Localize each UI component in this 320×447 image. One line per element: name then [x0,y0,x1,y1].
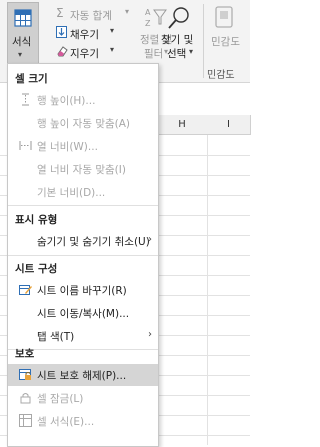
menu-item-label: 셀 서식(E)... [37,416,95,428]
menu-item-autofit-row-height[interactable]: 행 높이 자동 맞춤(A) [8,112,158,134]
format-dropdown-menu: 셀 크기 행 높이(H)... 행 높이 자동 맞춤(A) 열 너비(W)...… [7,63,159,447]
protection-heading: 보호 [15,348,35,360]
visibility-heading: 표시 유형 [15,214,58,226]
format-cells-icon [19,414,32,427]
cell-size-heading: 셀 크기 [15,73,48,85]
find-select-button[interactable]: 찾기 및 선택 ▾ [161,4,199,64]
find-select-label-2: 선택 [167,48,187,60]
rename-sheet-icon [19,285,32,295]
chevron-right-icon: › [148,329,152,340]
menu-item-label: 숨기기 및 숨기기 취소(U) [37,236,150,248]
menu-item-default-width[interactable]: 기본 너비(D)... [8,181,158,203]
clear-label: 지우기 [70,48,99,60]
menu-item-label: 기본 너비(D)... [37,187,106,199]
menu-item-label: 셀 잠금(L) [37,393,84,405]
format-button[interactable]: 서식 ▾ [7,2,39,65]
magnifier-icon [168,7,189,29]
sigma-icon: Σ [56,6,64,20]
fill-label: 채우기 [70,29,99,41]
menu-separator [8,205,158,206]
menu-item-autofit-column-width[interactable]: 열 너비 자동 맞춤(I) [8,158,158,180]
format-table-icon [14,9,32,27]
row-height-icon [22,93,29,106]
menu-item-row-height[interactable]: 행 높이(H)... [8,89,158,111]
svg-text:A: A [145,8,151,17]
sensitivity-icon [215,6,233,28]
chevron-right-icon: › [148,234,152,245]
format-button-label: 서식 [12,36,32,48]
svg-text:Z: Z [145,19,151,28]
autosum-button[interactable]: Σ 자동 합계 ▾ [56,6,136,22]
eraser-icon [57,46,68,57]
column-header-i[interactable]: I [207,115,251,135]
fill-button[interactable]: 채우기 ▾ [56,25,126,41]
menu-item-label: 시트 이동/복사(M)... [37,308,130,320]
organize-sheets-heading: 시트 구성 [15,263,58,275]
menu-separator [8,255,158,256]
menu-item-label: 열 너비 자동 맞춤(I) [37,164,126,176]
menu-item-label: 열 너비(W)... [37,141,98,153]
unprotect-sheet-icon [19,369,31,380]
lock-icon [20,393,31,404]
menu-item-unprotect-sheet[interactable]: 시트 보호 해제(P)... [8,364,158,386]
clear-button[interactable]: 지우기 ▾ [56,44,126,60]
menu-item-move-copy-sheet[interactable]: 시트 이동/복사(M)... [8,302,158,324]
menu-item-format-cells[interactable]: 셀 서식(E)... [8,410,158,432]
fill-down-icon [56,26,67,38]
sensitivity-group-label: 민감도 [207,70,235,81]
menu-item-label: 시트 이름 바꾸기(R) [37,285,127,297]
sensitivity-button[interactable]: 민감도 [207,4,247,64]
menu-item-lock-cell[interactable]: 셀 잠금(L) [8,387,158,409]
column-header-h[interactable]: H [157,115,208,135]
menu-item-label: 시트 보호 해제(P)... [37,370,127,382]
chevron-down-icon: ▾ [125,7,130,16]
menu-item-label: 행 높이 자동 맞춤(A) [37,118,131,130]
ribbon-group-divider [203,4,204,78]
find-select-label-1: 찾기 및 [161,34,194,46]
sensitivity-label-1: 민감도 [211,36,240,48]
grid-line [207,135,208,445]
chevron-down-icon: ▾ [18,50,23,59]
autosum-label: 자동 합계 [70,10,112,22]
menu-item-label: 행 높이(H)... [37,95,96,107]
column-width-icon [19,141,32,150]
menu-item-hide-unhide[interactable]: 숨기기 및 숨기기 취소(U) › [8,230,158,252]
chevron-down-icon: ▾ [110,26,115,35]
menu-item-label: 탭 색(T) [37,331,75,343]
menu-item-tab-color[interactable]: 탭 색(T) › [8,325,158,347]
chevron-down-icon: ▾ [189,47,194,56]
menu-item-column-width[interactable]: 열 너비(W)... [8,135,158,157]
menu-item-rename-sheet[interactable]: 시트 이름 바꾸기(R) [8,279,158,301]
chevron-down-icon: ▾ [110,45,115,54]
